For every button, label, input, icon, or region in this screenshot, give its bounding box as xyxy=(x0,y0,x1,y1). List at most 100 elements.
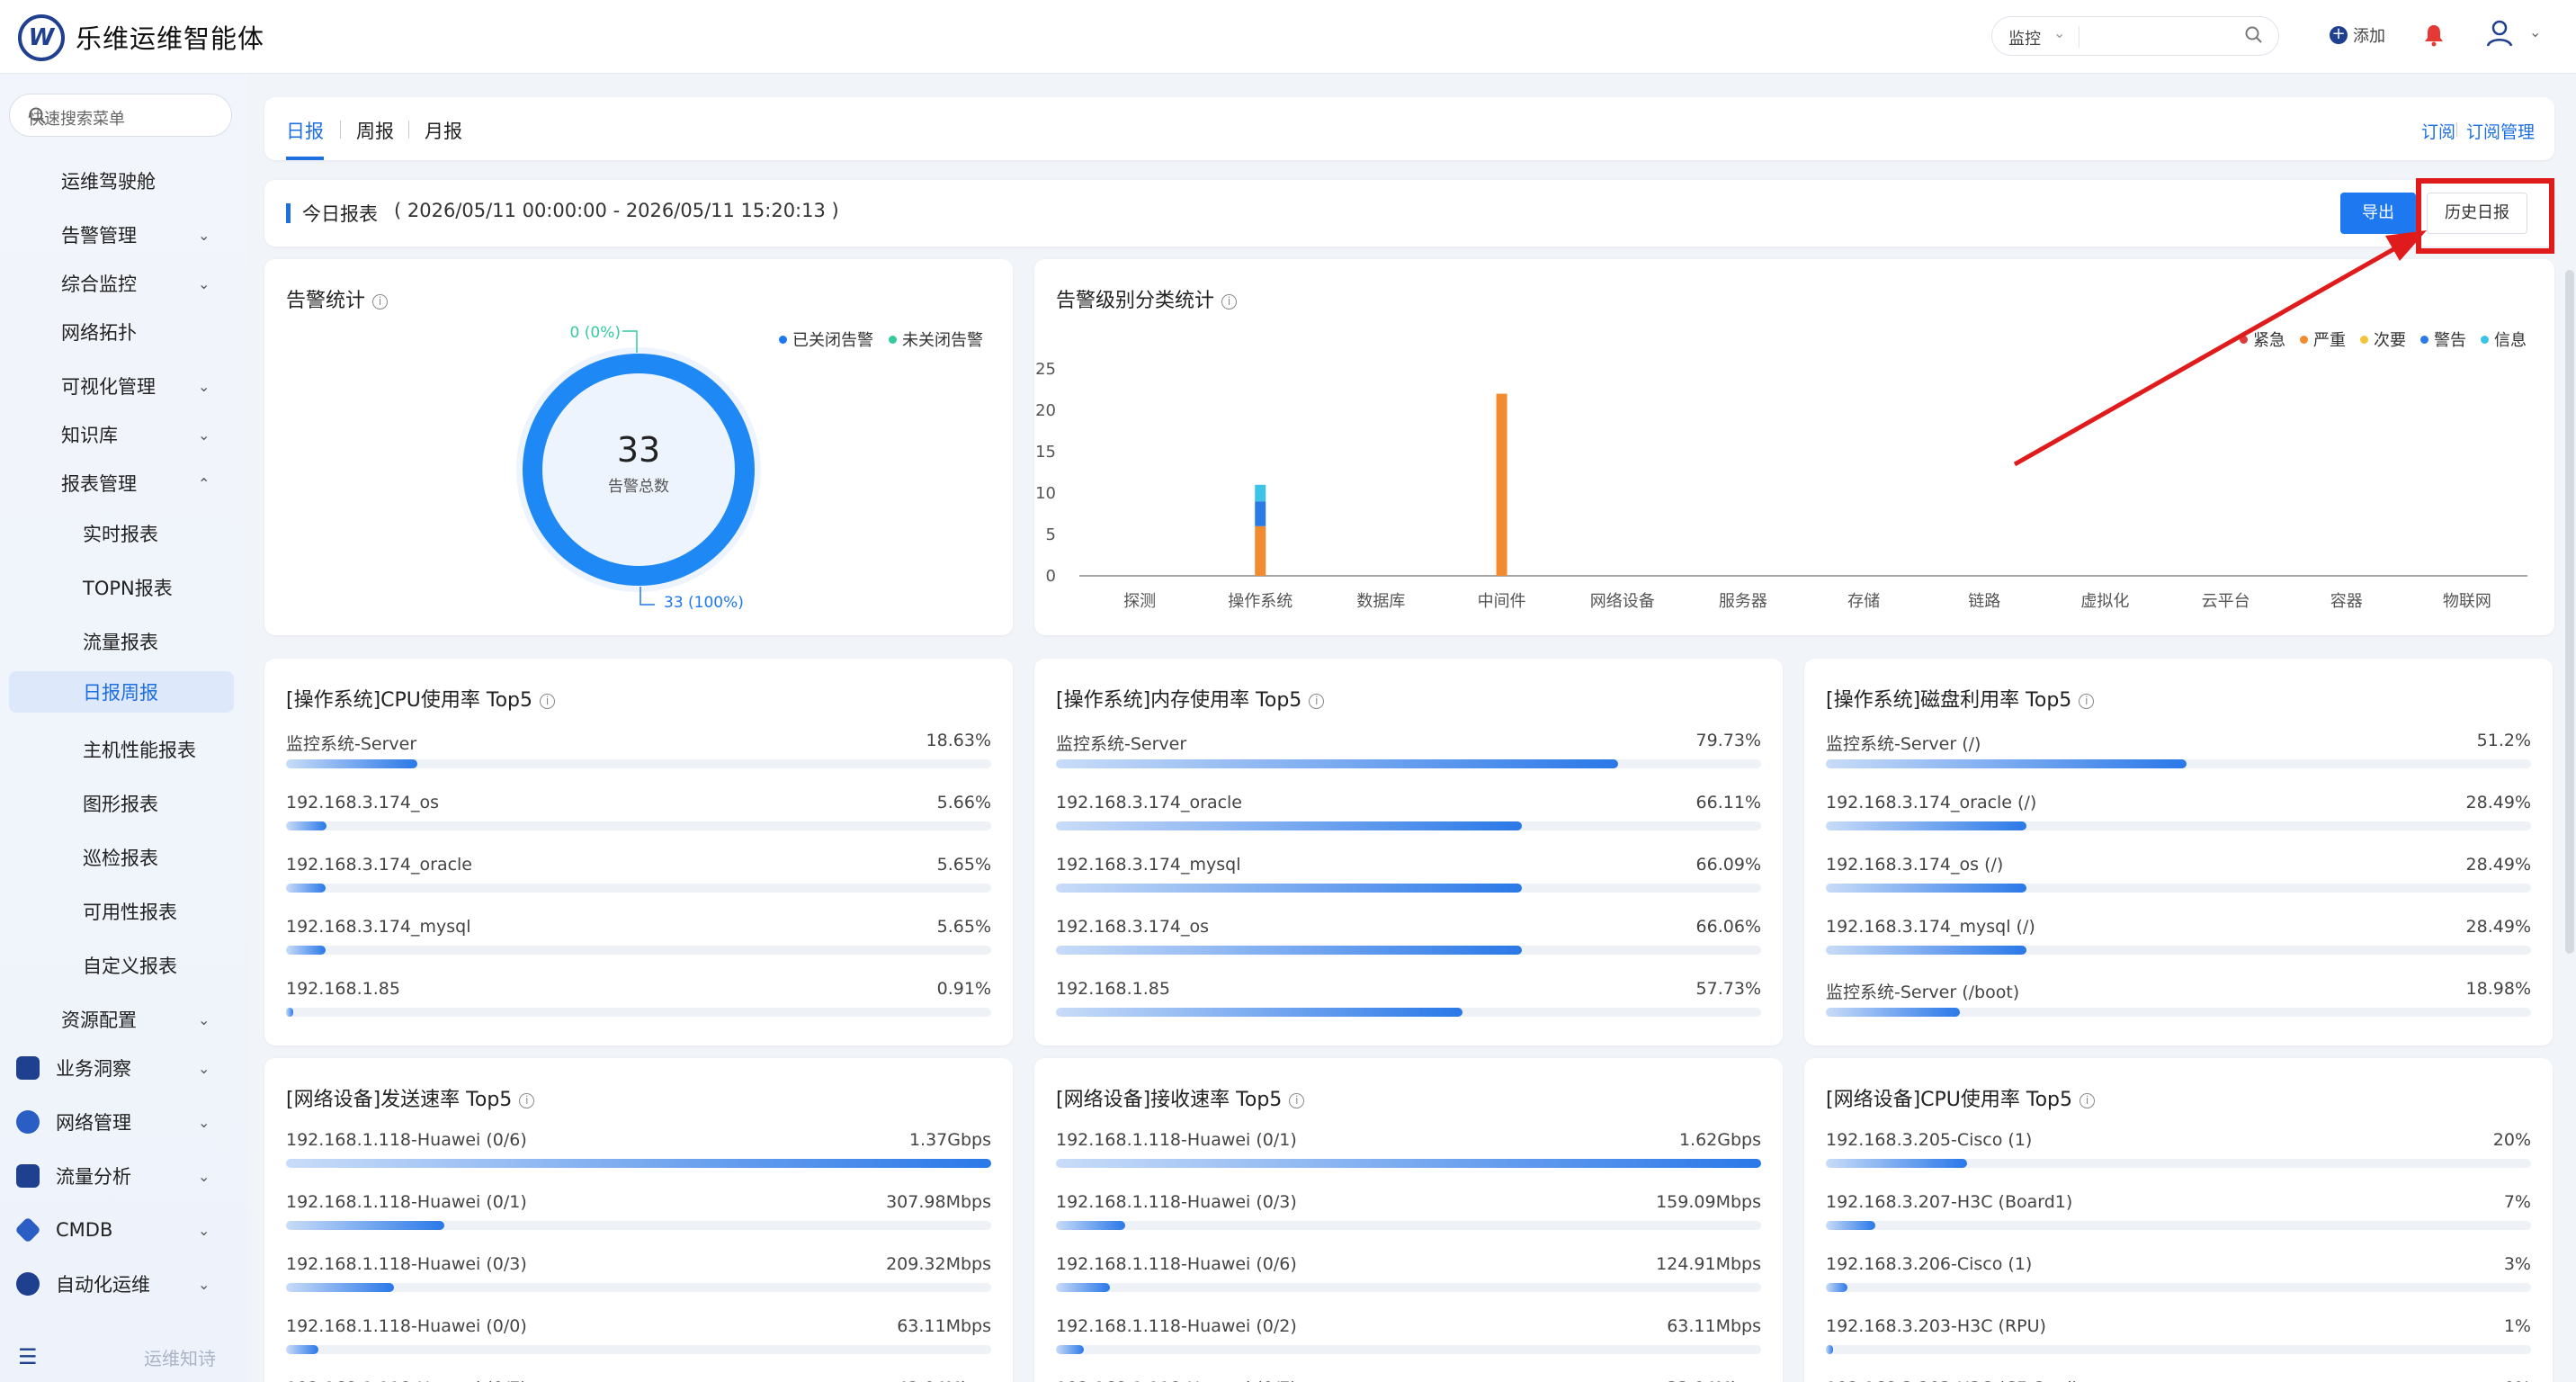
global-search[interactable]: 监控 ⌄ xyxy=(1991,16,2279,56)
row-value: 63.11Mbps xyxy=(897,1316,991,1336)
x-tick-label: 探测 xyxy=(1123,592,1156,611)
sidebar-item-graph-report[interactable]: 图形报表 xyxy=(0,783,248,824)
plus-icon: + xyxy=(2330,26,2348,44)
sidebar-item-cockpit[interactable]: 运维驾驶舱 xyxy=(0,160,248,202)
chevron-down-icon[interactable]: ⌄ xyxy=(2529,23,2541,40)
add-button[interactable]: + 添加 xyxy=(2330,23,2385,47)
sidebar-item-topn-report[interactable]: TOPN报表 xyxy=(0,567,248,608)
info-icon[interactable]: i xyxy=(1309,694,1325,709)
row-name: 监控系统-Server xyxy=(286,734,417,754)
sidebar-item-label: 综合监控 xyxy=(61,274,137,295)
info-icon[interactable]: i xyxy=(2079,694,2095,709)
progress-track xyxy=(286,1283,991,1292)
legend-open[interactable]: 未关闭告警 xyxy=(889,328,983,351)
sidebar-item-daily-weekly[interactable]: 日报周报 xyxy=(9,671,234,713)
chevron-down-icon: ⌄ xyxy=(198,226,210,244)
sidebar-footer-text: 运维知诗 xyxy=(144,1348,216,1369)
page-scrollbar[interactable] xyxy=(2565,270,2574,954)
row-name: 监控系统-Server (/) xyxy=(1826,734,1981,754)
progress-fill xyxy=(1826,1221,1875,1230)
row-value: 5.65% xyxy=(936,917,991,937)
bar-segment[interactable] xyxy=(1255,484,1266,502)
progress-fill xyxy=(1826,821,2027,830)
sidebar-item-host-perf[interactable]: 主机性能报表 xyxy=(0,729,248,770)
progress-track xyxy=(1826,1345,2531,1354)
subscribe-mgmt-link[interactable]: 订阅管理 xyxy=(2466,119,2535,143)
sidebar-item-reports[interactable]: 报表管理 ⌃ xyxy=(0,462,248,504)
sidebar-item-topology[interactable]: 网络拓扑 xyxy=(0,311,248,353)
tab-weekly[interactable]: 周报 xyxy=(356,117,394,144)
sidebar-item-automation[interactable]: 自动化运维 ⌄ xyxy=(0,1263,248,1305)
progress-fill xyxy=(1826,1159,1967,1168)
gear-icon xyxy=(16,1272,40,1296)
sidebar-item-cmdb[interactable]: CMDB ⌄ xyxy=(0,1209,248,1251)
info-icon[interactable]: i xyxy=(519,1093,535,1108)
sidebar-item-monitor[interactable]: 综合监控 ⌄ xyxy=(0,263,248,304)
chevron-down-icon: ⌄ xyxy=(198,377,210,395)
sidebar-item-alarm-mgmt[interactable]: 告警管理 ⌄ xyxy=(0,214,248,256)
search-scope-select[interactable]: 监控 xyxy=(2008,26,2041,49)
app-logo[interactable]: W xyxy=(18,14,65,61)
bar-segment[interactable] xyxy=(1496,393,1507,576)
sidebar-item-label: 可视化管理 xyxy=(61,376,156,398)
sidebar-item-visual[interactable]: 可视化管理 ⌄ xyxy=(0,365,248,407)
tab-daily[interactable]: 日报 xyxy=(286,117,324,144)
sidebar-item-inspection[interactable]: 巡检报表 xyxy=(0,837,248,878)
row-name: 192.168.1.118-Huawei (0/1) xyxy=(286,1192,527,1212)
sidebar-item-traffic-report[interactable]: 流量报表 xyxy=(0,621,248,662)
legend-closed[interactable]: 已关闭告警 xyxy=(779,328,873,351)
info-icon[interactable]: i xyxy=(540,694,556,709)
subscribe-link[interactable]: 订阅 xyxy=(2421,119,2455,143)
sidebar-item-business[interactable]: 业务洞察 ⌄ xyxy=(0,1047,248,1089)
row-value: 79.73% xyxy=(1695,731,1761,750)
progress-fill xyxy=(1056,946,1523,955)
alarm-level-bar-chart: 25 20 15 10 5 0 探测 操作系统 数据库 中间件 网络设备 服务器 存储 链路 虚拟化 云平台 容… xyxy=(1035,360,2527,611)
row-value: 0.91% xyxy=(936,979,991,999)
row-name: 监控系统-Server (/boot) xyxy=(1826,983,2020,1002)
x-tick-label: 操作系统 xyxy=(1228,592,1292,611)
progress-fill xyxy=(286,759,417,768)
x-tick-label: 数据库 xyxy=(1356,592,1405,611)
sidebar-item-realtime-report[interactable]: 实时报表 xyxy=(0,513,248,554)
row-value: 66.06% xyxy=(1695,917,1761,937)
export-button[interactable]: 导出 xyxy=(2340,193,2416,234)
sidebar-item-label: 流量分析 xyxy=(56,1166,131,1188)
x-tick-label: 物联网 xyxy=(2443,592,2491,611)
user-avatar-icon[interactable] xyxy=(2484,18,2515,53)
row-name: 192.168.1.118-Huawei (0/6) xyxy=(1056,1254,1297,1274)
sidebar-item-traffic[interactable]: 流量分析 ⌄ xyxy=(0,1155,248,1197)
x-tick-label: 存储 xyxy=(1847,592,1880,611)
progress-track xyxy=(1056,1008,1761,1017)
alarm-stats-card: 告警统计 i 0 (0%) 33 (100%) 33 告警总数 已关闭告警 未关闭… xyxy=(264,259,1013,635)
menu-collapse-icon[interactable]: ☰ xyxy=(18,1344,38,1369)
search-icon[interactable] xyxy=(2244,25,2264,49)
bell-icon[interactable] xyxy=(2423,23,2445,51)
sidebar-item-network[interactable]: 网络管理 ⌄ xyxy=(0,1101,248,1143)
sidebar-item-custom-report[interactable]: 自定义报表 xyxy=(0,945,248,986)
search-icon[interactable] xyxy=(28,106,215,130)
info-icon[interactable]: i xyxy=(2080,1093,2096,1108)
chevron-down-icon[interactable]: ⌄ xyxy=(2053,24,2065,41)
tab-monthly[interactable]: 月报 xyxy=(425,117,462,144)
progress-fill xyxy=(1826,1283,1847,1292)
progress-track xyxy=(286,1221,991,1230)
divider xyxy=(2079,26,2080,48)
card-title: [网络设备]接收速率 Top5 i xyxy=(1056,1083,1305,1112)
row-value: 57.73% xyxy=(1695,979,1761,999)
donut-halo xyxy=(516,347,761,592)
sidebar-item-label: 自定义报表 xyxy=(83,956,177,977)
sidebar-item-availability[interactable]: 可用性报表 xyxy=(0,891,248,932)
sidebar-item-resource-config[interactable]: 资源配置 ⌄ xyxy=(0,999,248,1040)
info-icon[interactable]: i xyxy=(1289,1093,1305,1108)
alarm-level-card: 告警级别分类统计 i 紧急 严重 次要 警告 信息 25 20 15 10 5 0 探测 操作系统 数据库… xyxy=(1034,259,2554,635)
bar-segment[interactable] xyxy=(1255,525,1266,576)
sidebar-item-knowledge[interactable]: 知识库 ⌄ xyxy=(0,414,248,455)
card-title: [操作系统]CPU使用率 Top5 i xyxy=(286,684,556,713)
progress-track xyxy=(1826,1221,2531,1230)
sidebar-item-label: 可用性报表 xyxy=(83,902,177,923)
row-name: 192.168.1.118-Huawei (0/3) xyxy=(286,1254,527,1274)
row-value: 51.2% xyxy=(2476,731,2531,750)
progress-fill xyxy=(1056,1159,1761,1168)
bar-segment[interactable] xyxy=(1255,501,1266,526)
menu-search-input[interactable]: 快速搜索菜单 xyxy=(9,94,232,137)
